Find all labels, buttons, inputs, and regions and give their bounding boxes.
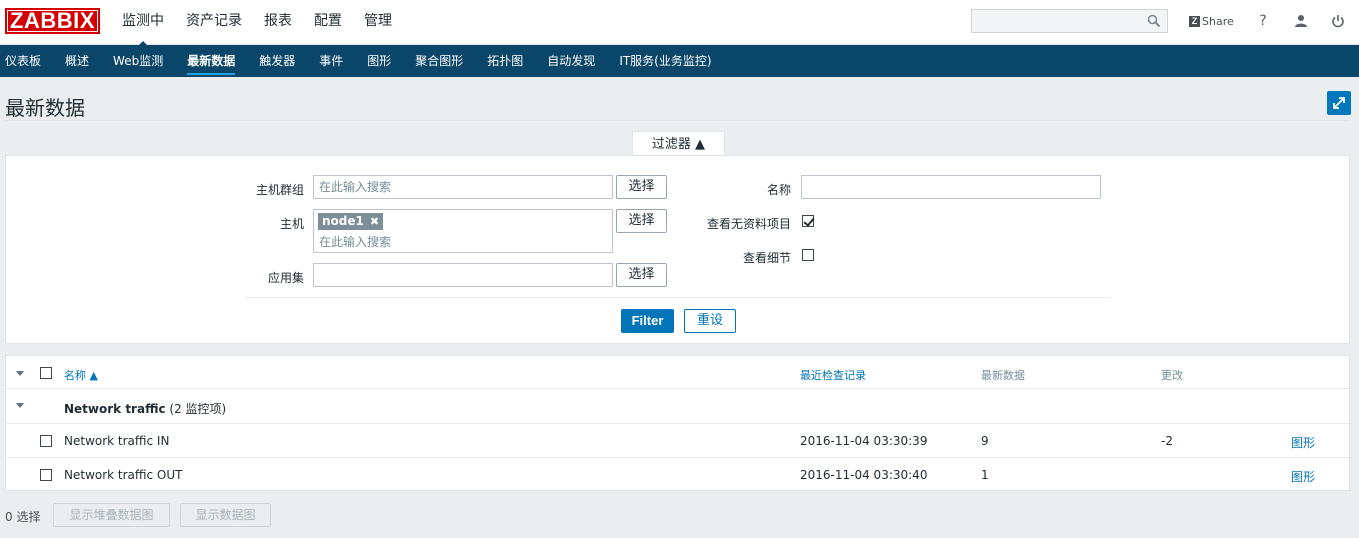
collapse-group-icon[interactable]	[16, 403, 24, 408]
filter-reset-button[interactable]: 重设	[684, 309, 736, 333]
user-profile-icon[interactable]	[1292, 12, 1310, 30]
item-name: Network traffic OUT	[64, 468, 183, 482]
display-stacked-graph-button[interactable]: 显示堆叠数据图	[53, 503, 170, 527]
column-header-change: 更改	[1161, 369, 1183, 382]
sub-nav-triggers[interactable]: 触发器	[247, 45, 307, 77]
application-label: 应用集	[267, 271, 304, 285]
application-input[interactable]	[313, 263, 613, 287]
item-last-check: 2016-11-04 03:30:39	[800, 434, 928, 448]
filter-divider	[245, 297, 1111, 298]
share-label: Share	[1202, 14, 1234, 28]
main-nav-monitoring[interactable]: 监测中	[111, 0, 175, 47]
show-details-checkbox[interactable]	[802, 249, 814, 261]
help-icon[interactable]: ?	[1254, 12, 1272, 30]
filter-panel	[5, 155, 1350, 344]
header-divider	[5, 120, 1350, 121]
item-change: -2	[1161, 434, 1173, 448]
sub-nav-maps[interactable]: 拓扑图	[475, 45, 535, 77]
latest-data-table: 名称 ▲ 最近检查记录 最新数据 更改 Network traffic (2 监…	[5, 355, 1350, 491]
sub-nav-it-services[interactable]: IT服务(业务监控)	[607, 45, 723, 77]
sub-nav-overview[interactable]: 概述	[53, 45, 101, 77]
host-search-placeholder[interactable]: 在此输入搜索	[319, 231, 391, 253]
host-group-input[interactable]: 在此输入搜索	[313, 175, 613, 199]
search-icon[interactable]	[1147, 14, 1161, 28]
sub-nav-discovery[interactable]: 自动发现	[535, 45, 607, 77]
main-nav: 监测中 资产记录 报表 配置 管理	[111, 0, 403, 47]
row-checkbox[interactable]	[40, 435, 52, 447]
column-header-last-value: 最新数据	[981, 369, 1025, 382]
table-row: Network traffic OUT 2016-11-04 03:30:40 …	[6, 458, 1349, 491]
group-item-count: (2 监控项)	[169, 402, 227, 416]
show-items-without-data-label: 查看无资料项目	[706, 217, 791, 231]
item-graph-link[interactable]: 图形	[1291, 468, 1315, 485]
main-nav-reports[interactable]: 报表	[253, 0, 303, 45]
name-input[interactable]	[801, 175, 1101, 199]
search-input[interactable]	[971, 9, 1168, 33]
collapse-all-icon[interactable]	[16, 371, 24, 376]
show-items-without-data-checkbox[interactable]	[802, 215, 814, 227]
sub-nav-screens[interactable]: 聚合图形	[403, 45, 475, 77]
sub-nav-web[interactable]: Web监测	[101, 45, 175, 77]
host-group-label: 主机群组	[255, 183, 304, 197]
selected-count: 0 选择	[5, 510, 41, 524]
host-group-select-button[interactable]: 选择	[616, 175, 667, 199]
page-title: 最新数据	[5, 96, 85, 120]
item-last-value: 1	[981, 468, 989, 482]
name-label: 名称	[766, 183, 791, 197]
column-header-name[interactable]: 名称 ▲	[64, 367, 98, 383]
application-select-button[interactable]: 选择	[616, 263, 667, 287]
main-nav-inventory[interactable]: 资产记录	[175, 0, 253, 45]
sub-nav-graphs[interactable]: 图形	[355, 45, 403, 77]
display-graph-button[interactable]: 显示数据图	[180, 503, 271, 527]
filter-tab[interactable]: 过滤器 ▲	[632, 131, 725, 156]
select-all-checkbox[interactable]	[40, 367, 52, 379]
group-title: Network traffic	[64, 402, 166, 416]
top-bar: ZABBIX 监测中 资产记录 报表 配置 管理 Z Share ?	[0, 0, 1359, 47]
table-row: Network traffic IN 2016-11-04 03:30:39 9…	[6, 424, 1349, 458]
host-label: 主机	[279, 217, 304, 231]
column-header-last-check[interactable]: 最近检查记录	[800, 367, 866, 383]
show-details-label: 查看细节	[742, 251, 791, 265]
sub-nav-events[interactable]: 事件	[307, 45, 355, 77]
fullscreen-button[interactable]	[1327, 91, 1351, 115]
group-name: Network traffic (2 监控项)	[64, 400, 226, 417]
row-checkbox[interactable]	[40, 469, 52, 481]
table-header-row: 名称 ▲ 最近检查记录 最新数据 更改	[6, 356, 1349, 389]
remove-tag-icon[interactable]: ✖	[370, 213, 379, 230]
sub-nav-dashboard[interactable]: 仪表板	[0, 45, 53, 77]
zabbix-logo[interactable]: ZABBIX	[5, 8, 100, 34]
sub-nav: 仪表板 概述 Web监测 最新数据 触发器 事件 图形 聚合图形 拓扑图 自动发…	[0, 45, 1359, 77]
host-select-button[interactable]: 选择	[616, 209, 667, 233]
zabbix-share-icon: Z	[1189, 15, 1200, 27]
share-button[interactable]: Z Share	[1189, 13, 1234, 29]
filter-apply-button[interactable]: Filter	[621, 309, 674, 333]
item-graph-link[interactable]: 图形	[1291, 434, 1315, 451]
item-last-value: 9	[981, 434, 989, 448]
main-nav-configuration[interactable]: 配置	[303, 0, 353, 45]
sub-nav-latest-data[interactable]: 最新数据	[175, 45, 247, 77]
host-multiselect[interactable]: node1 ✖ 在此输入搜索	[313, 209, 613, 253]
table-group-row: Network traffic (2 监控项)	[6, 389, 1349, 424]
item-last-check: 2016-11-04 03:30:40	[800, 468, 928, 482]
host-tag-label: node1	[322, 214, 364, 228]
fullscreen-icon	[1333, 97, 1345, 109]
logout-icon[interactable]	[1329, 12, 1347, 30]
main-nav-administration[interactable]: 管理	[353, 0, 403, 45]
item-name: Network traffic IN	[64, 434, 170, 448]
host-tag-node1: node1 ✖	[318, 213, 384, 230]
